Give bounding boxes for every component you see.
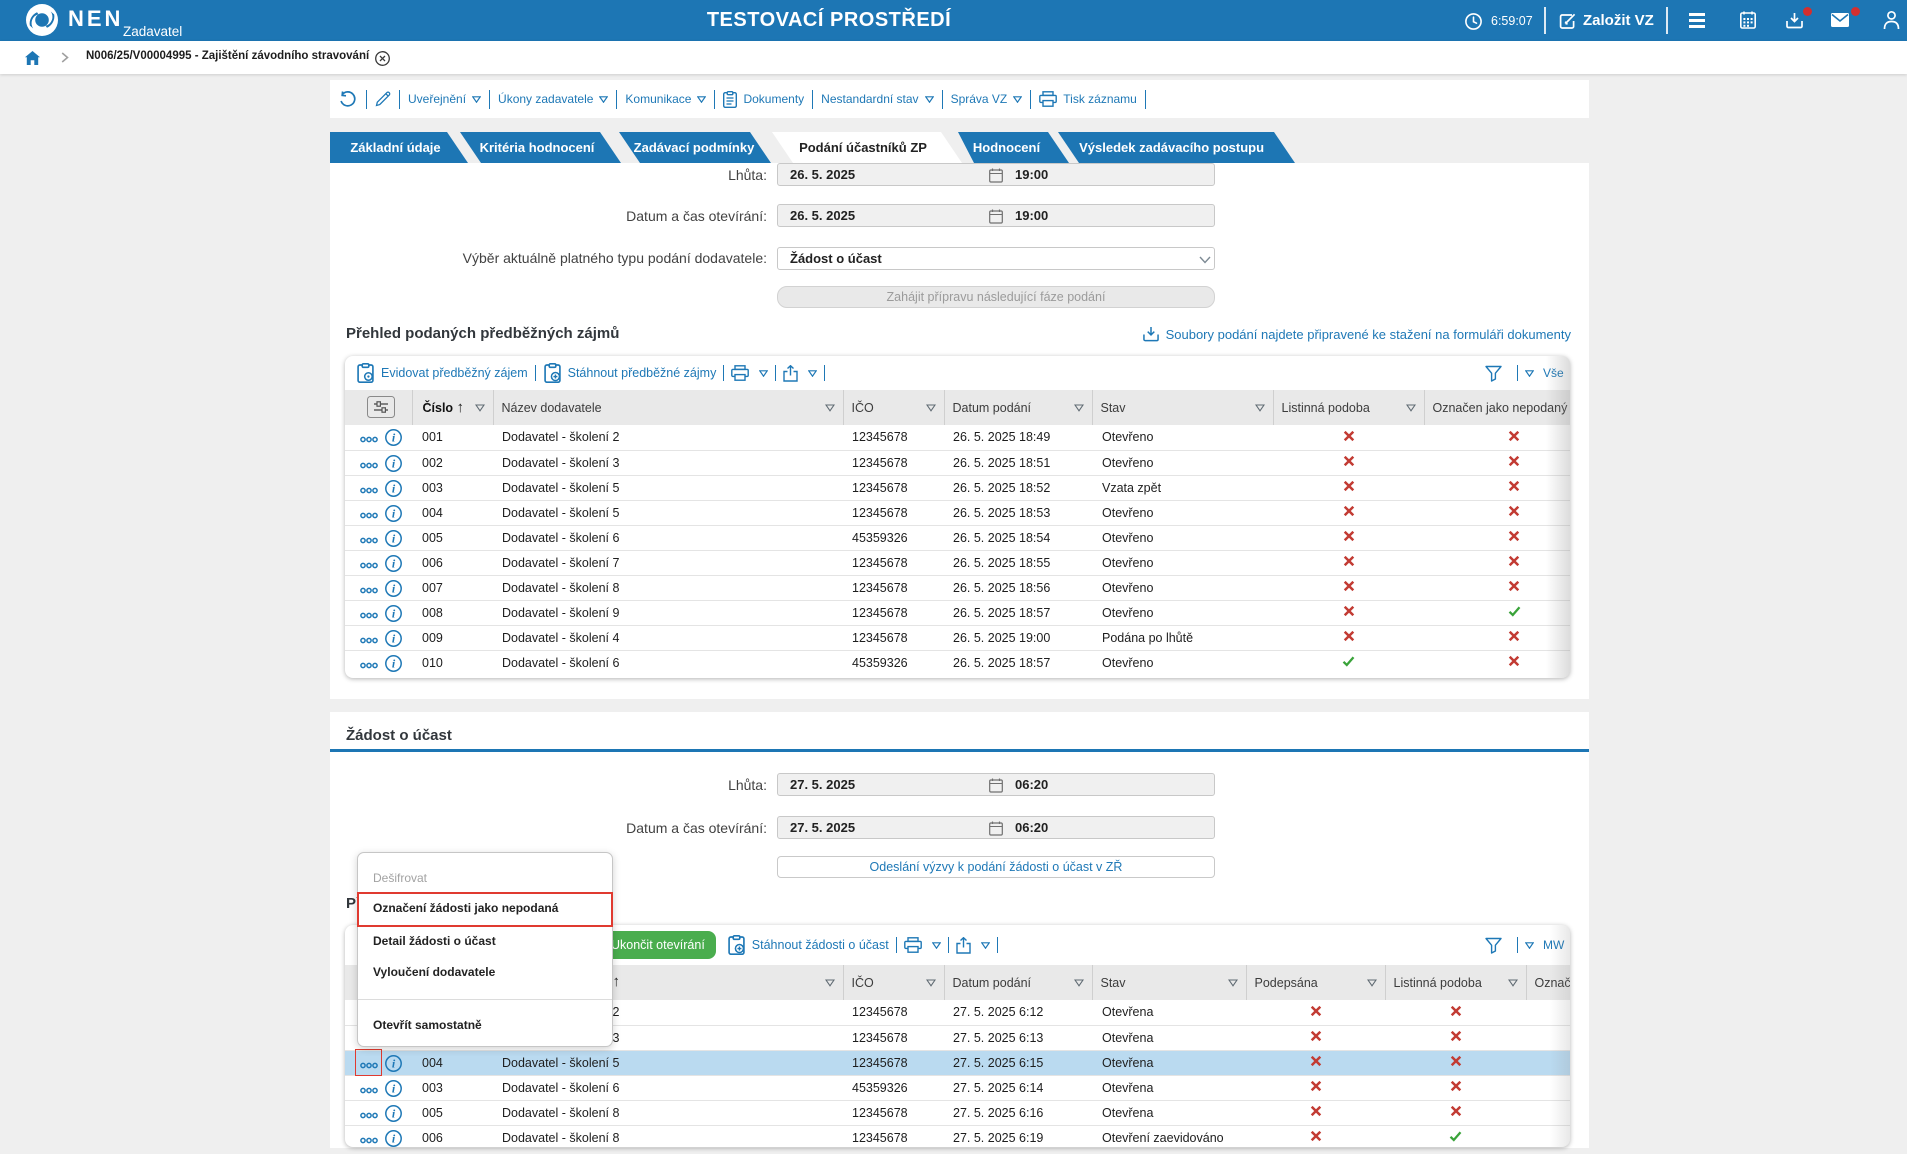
svg-text:i: i	[392, 506, 396, 520]
svg-text:i: i	[392, 606, 396, 620]
svg-text:i: i	[392, 556, 396, 570]
svg-text:i: i	[392, 481, 396, 495]
svg-text:i: i	[392, 456, 396, 470]
svg-text:i: i	[392, 1106, 396, 1120]
svg-text:i: i	[392, 581, 396, 595]
svg-text:i: i	[392, 531, 396, 545]
svg-text:i: i	[392, 1131, 396, 1145]
svg-text:i: i	[392, 1056, 396, 1070]
svg-text:i: i	[392, 656, 396, 670]
svg-text:i: i	[392, 631, 396, 645]
svg-text:i: i	[392, 431, 396, 445]
svg-text:i: i	[392, 1081, 396, 1095]
